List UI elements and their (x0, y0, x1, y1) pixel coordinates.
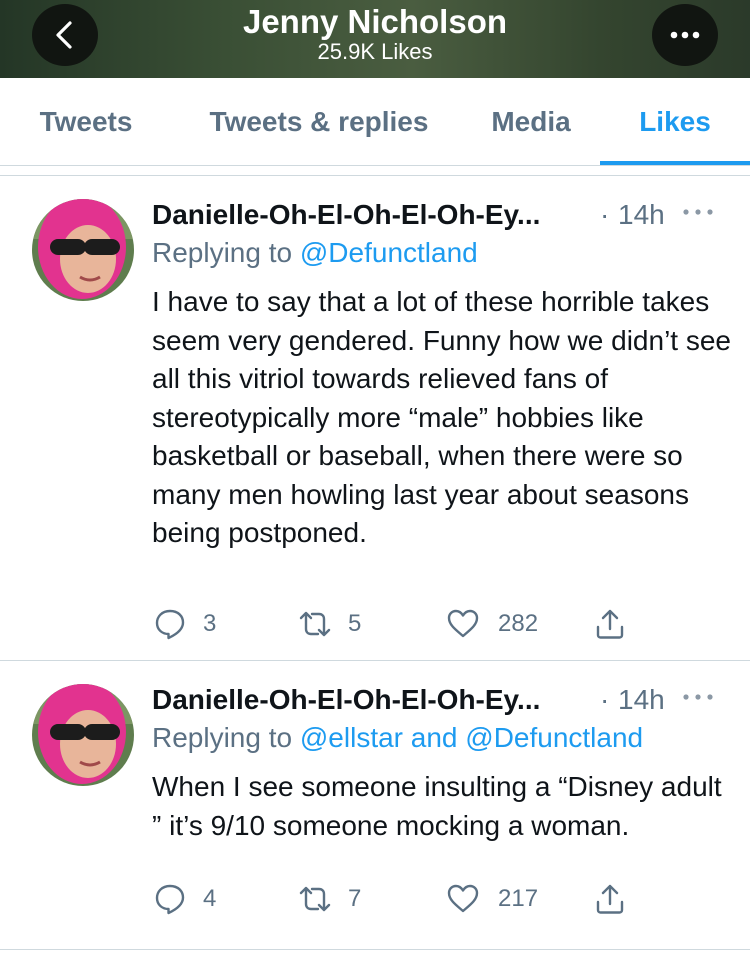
like-icon[interactable] (446, 607, 480, 641)
like-icon[interactable] (446, 882, 480, 916)
profile-header: Jenny Nicholson 25.9K Likes (0, 0, 750, 78)
tweet[interactable]: Danielle-Oh-El-Oh-El-Oh-Ey... · 14h Repl… (0, 177, 750, 661)
header-likes-count: 25.9K Likes (317, 39, 433, 64)
tab-likes[interactable]: Likes (600, 78, 750, 166)
more-options-button[interactable] (652, 4, 718, 66)
avatar-image (32, 199, 134, 301)
avatar-image (32, 684, 134, 786)
tweet-author[interactable]: Danielle-Oh-El-Oh-El-Oh-Ey... (152, 196, 540, 234)
like-count: 282 (498, 610, 539, 637)
tweet-actions: 3 5 282 (0, 605, 750, 645)
ellipsis-icon (670, 31, 700, 39)
retweet-count: 7 (348, 885, 362, 912)
active-tab-indicator (600, 161, 750, 165)
retweet-icon[interactable] (298, 607, 332, 641)
reply-icon[interactable] (153, 882, 187, 916)
share-icon[interactable] (593, 882, 627, 916)
reply-icon[interactable] (153, 607, 187, 641)
replying-to: Replying to @ellstar and @Defunctland (152, 719, 643, 757)
tweet-actions: 4 7 217 (0, 880, 750, 920)
tab-media[interactable]: Media (470, 78, 592, 166)
tab-tweets-and-replies[interactable]: Tweets & replies (188, 78, 450, 166)
reply-count: 3 (203, 610, 217, 637)
replying-prefix: Replying to (152, 237, 300, 268)
retweet-icon[interactable] (298, 882, 332, 916)
like-count: 217 (498, 885, 539, 912)
divider (0, 166, 750, 176)
avatar[interactable] (32, 684, 134, 786)
tweet-author[interactable]: Danielle-Oh-El-Oh-El-Oh-Ey... (152, 681, 540, 719)
tweet[interactable]: Danielle-Oh-El-Oh-El-Oh-Ey... · 14h Repl… (0, 662, 750, 950)
header-title: Jenny Nicholson (242, 3, 508, 40)
separator: · (600, 684, 610, 715)
separator: · (600, 199, 610, 230)
more-icon[interactable] (680, 690, 716, 704)
tweet-timestamp[interactable]: 14h (618, 196, 665, 234)
replying-handle[interactable]: @Defunctland (300, 237, 478, 268)
replying-to: Replying to @Defunctland (152, 234, 478, 272)
replying-prefix: Replying to (152, 722, 300, 753)
tweet-text: When I see someone insulting a “Disney a… (152, 771, 722, 841)
profile-tabs: Tweets Tweets & replies Media Likes (0, 78, 750, 166)
avatar[interactable] (32, 199, 134, 301)
share-icon[interactable] (593, 607, 627, 641)
more-icon[interactable] (680, 205, 716, 219)
retweet-count: 5 (348, 610, 362, 637)
tab-tweets[interactable]: Tweets (18, 78, 154, 166)
tweet-text: I have to say that a lot of these horrib… (152, 286, 731, 548)
replying-handle[interactable]: @ellstar and @Defunctland (300, 722, 643, 753)
tweet-timestamp[interactable]: 14h (618, 681, 665, 719)
reply-count: 4 (203, 885, 217, 912)
